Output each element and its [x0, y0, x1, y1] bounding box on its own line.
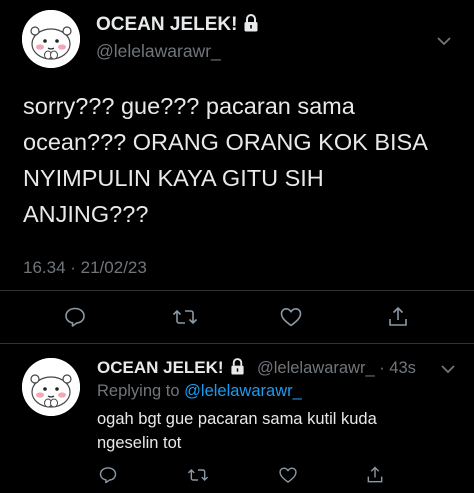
timestamp[interactable]: 16.34 · 21/02/23: [23, 258, 147, 278]
share-icon[interactable]: [385, 304, 411, 330]
share-icon[interactable]: [362, 462, 388, 488]
reply-text-line: ogah bgt gue pacaran sama kutil kuda: [97, 410, 377, 428]
reply-icon[interactable]: [95, 462, 121, 488]
like-icon[interactable]: [275, 462, 301, 488]
replying-to-prefix: Replying to: [97, 382, 180, 400]
replying-to-link[interactable]: @lelelawarawr_: [184, 382, 302, 400]
chevron-down-icon[interactable]: [439, 362, 457, 374]
tweet-text-line: ANJING???: [23, 201, 149, 227]
tweet-text-line: ocean??? ORANG ORANG KOK BISA: [23, 129, 428, 155]
handle-and-time[interactable]: @lelelawarawr_ · 43s: [257, 359, 416, 378]
chevron-down-icon[interactable]: [435, 34, 453, 46]
reply-text: ogah bgt gue pacaran sama kutil kuda nge…: [97, 407, 457, 455]
reply-icon[interactable]: [62, 304, 88, 330]
tweet-text-line: NYIMPULIN KAYA GITU SIH: [23, 165, 324, 191]
tweet-text-line: sorry??? gue??? pacaran sama: [23, 93, 355, 119]
replying-to: Replying to @lelelawarawr_: [97, 382, 302, 401]
lock-icon: [243, 14, 259, 32]
divider: [0, 343, 474, 344]
reply-text-line: ngeselin tot: [97, 434, 182, 452]
avatar[interactable]: [22, 10, 80, 68]
display-name-text: OCEAN JELEK!: [97, 358, 224, 377]
avatar[interactable]: [22, 358, 80, 416]
lock-icon: [230, 358, 245, 375]
tweet-text: sorry??? gue??? pacaran sama ocean??? OR…: [23, 88, 463, 232]
handle[interactable]: @lelelawarawr_: [96, 41, 221, 62]
display-name[interactable]: OCEAN JELEK!: [96, 14, 259, 36]
like-icon[interactable]: [278, 304, 304, 330]
retweet-icon[interactable]: [185, 462, 211, 488]
bear-avatar-icon: [22, 358, 80, 416]
display-name-text: OCEAN JELEK!: [96, 14, 238, 35]
retweet-icon[interactable]: [172, 304, 198, 330]
divider: [0, 290, 474, 291]
display-name[interactable]: OCEAN JELEK!: [97, 358, 245, 378]
bear-avatar-icon: [22, 10, 80, 68]
